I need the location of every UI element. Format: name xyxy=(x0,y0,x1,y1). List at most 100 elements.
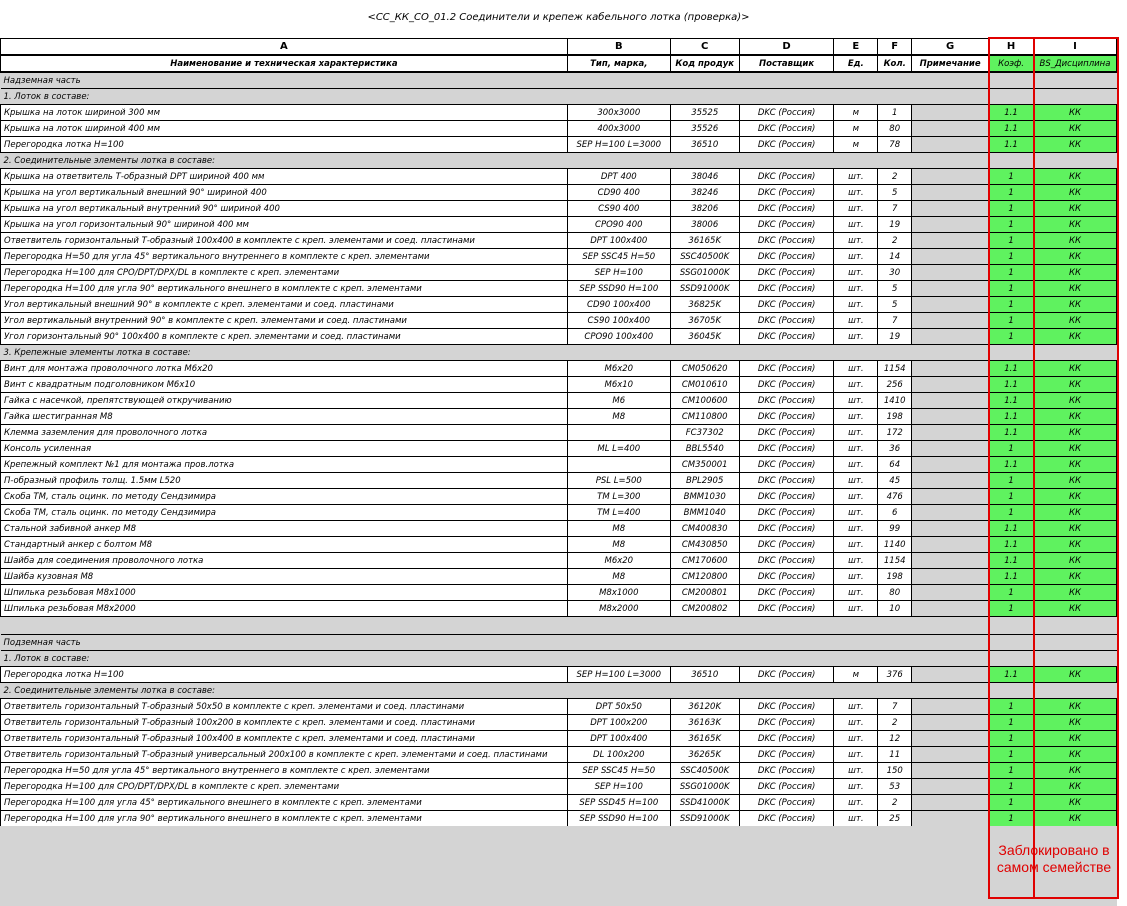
cell-type[interactable]: SEP SSC45 H=50 xyxy=(566,248,671,265)
cell-unit[interactable]: шт. xyxy=(833,296,879,313)
cell-coef[interactable]: 1 xyxy=(988,184,1034,201)
cell-unit[interactable]: шт. xyxy=(833,280,879,297)
cell-code[interactable]: 38046 xyxy=(669,168,740,185)
cell-note[interactable] xyxy=(911,408,990,425)
cell-unit[interactable]: шт. xyxy=(833,264,879,281)
cell-discipline[interactable]: КК xyxy=(1032,778,1118,795)
cell-code[interactable]: BMM1040 xyxy=(669,504,740,521)
cell-supplier[interactable]: DKC (Россия) xyxy=(738,136,835,153)
cell-code[interactable]: CM200802 xyxy=(669,600,740,617)
cell-name[interactable]: Крышка на угол вертикальный внешний 90° … xyxy=(0,184,568,201)
cell-code[interactable]: CM010610 xyxy=(669,376,740,393)
cell-name[interactable]: Крышка на лоток шириной 300 мм xyxy=(0,104,568,121)
cell-qty[interactable]: 36 xyxy=(877,440,913,457)
cell-unit[interactable]: шт. xyxy=(833,746,879,763)
cell-type[interactable]: SEP H=100 L=3000 xyxy=(566,136,671,153)
cell-qty[interactable]: 1410 xyxy=(877,392,913,409)
cell-qty[interactable]: 19 xyxy=(877,216,913,233)
cell-type[interactable]: SEP SSC45 H=50 xyxy=(566,762,671,779)
cell-type[interactable]: DL 100х200 xyxy=(566,746,671,763)
cell-note[interactable] xyxy=(911,552,990,569)
header-name[interactable]: Наименование и техническая характеристик… xyxy=(0,54,568,73)
cell-qty[interactable]: 1154 xyxy=(877,552,913,569)
cell-qty[interactable]: 80 xyxy=(877,584,913,601)
cell-code[interactable]: 36510 xyxy=(669,666,740,683)
cell-coef[interactable]: 1 xyxy=(988,472,1034,489)
column-letter-e[interactable]: E xyxy=(833,38,879,56)
cell-name[interactable]: Перегородка лотка Н=100 xyxy=(0,666,568,683)
cell-supplier[interactable]: DKC (Россия) xyxy=(738,520,835,537)
cell-note[interactable] xyxy=(911,810,990,827)
cell-supplier[interactable]: DKC (Россия) xyxy=(738,536,835,553)
cell-name[interactable]: Перегородка Н=100 для CPO/DPT/DPX/DL в к… xyxy=(0,264,568,281)
cell-note[interactable] xyxy=(911,440,990,457)
cell-note[interactable] xyxy=(911,216,990,233)
cell-coef[interactable]: 1.1 xyxy=(988,120,1034,137)
cell-discipline[interactable]: КК xyxy=(1032,520,1118,537)
cell-note[interactable] xyxy=(911,200,990,217)
cell-unit[interactable]: шт. xyxy=(833,488,879,505)
cell-discipline[interactable]: КК xyxy=(1032,248,1118,265)
cell-note[interactable] xyxy=(911,120,990,137)
cell-discipline[interactable]: КК xyxy=(1032,488,1118,505)
cell-supplier[interactable]: DKC (Россия) xyxy=(738,168,835,185)
cell-supplier[interactable]: DKC (Россия) xyxy=(738,698,835,715)
cell-type[interactable]: M8 xyxy=(566,568,671,585)
cell-name[interactable]: Ответвитель горизонтальный Т-образный 10… xyxy=(0,730,568,747)
cell-code[interactable]: SSG01000K xyxy=(669,264,740,281)
cell-note[interactable] xyxy=(911,536,990,553)
cell-discipline[interactable]: КК xyxy=(1032,408,1118,425)
cell-supplier[interactable]: DKC (Россия) xyxy=(738,714,835,731)
cell-note[interactable] xyxy=(911,312,990,329)
cell-supplier[interactable]: DKC (Россия) xyxy=(738,104,835,121)
cell-code[interactable]: 36045K xyxy=(669,328,740,345)
cell-name[interactable]: Винт для монтажа проволочного лотка М6х2… xyxy=(0,360,568,377)
cell-type[interactable]: SEP H=100 xyxy=(566,264,671,281)
cell-qty[interactable]: 99 xyxy=(877,520,913,537)
cell-note[interactable] xyxy=(911,456,990,473)
cell-name[interactable]: Гайка шестигранная М8 xyxy=(0,408,568,425)
cell-supplier[interactable]: DKC (Россия) xyxy=(738,184,835,201)
cell-supplier[interactable]: DKC (Россия) xyxy=(738,424,835,441)
cell-discipline[interactable]: КК xyxy=(1032,328,1118,345)
cell-coef[interactable]: 1 xyxy=(988,232,1034,249)
cell-coef[interactable]: 1.1 xyxy=(988,552,1034,569)
cell-supplier[interactable]: DKC (Россия) xyxy=(738,312,835,329)
cell-code[interactable]: CM050620 xyxy=(669,360,740,377)
section-label[interactable]: 3. Крепежные элементы лотка в составе: xyxy=(0,344,1117,361)
cell-type[interactable]: M8 xyxy=(566,536,671,553)
column-letter-a[interactable]: A xyxy=(0,38,568,56)
cell-supplier[interactable]: DKC (Россия) xyxy=(738,216,835,233)
cell-name[interactable]: Шайба кузовная М8 xyxy=(0,568,568,585)
cell-unit[interactable]: шт. xyxy=(833,376,879,393)
cell-discipline[interactable]: КК xyxy=(1032,280,1118,297)
cell-note[interactable] xyxy=(911,568,990,585)
cell-coef[interactable]: 1.1 xyxy=(988,666,1034,683)
cell-code[interactable]: 38006 xyxy=(669,216,740,233)
cell-coef[interactable]: 1 xyxy=(988,440,1034,457)
cell-code[interactable]: BBL5540 xyxy=(669,440,740,457)
cell-note[interactable] xyxy=(911,280,990,297)
cell-supplier[interactable]: DKC (Россия) xyxy=(738,296,835,313)
cell-supplier[interactable]: DKC (Россия) xyxy=(738,762,835,779)
cell-unit[interactable]: шт. xyxy=(833,408,879,425)
cell-note[interactable] xyxy=(911,248,990,265)
cell-type[interactable]: SEP H=100 xyxy=(566,778,671,795)
cell-coef[interactable]: 1 xyxy=(988,778,1034,795)
cell-note[interactable] xyxy=(911,264,990,281)
cell-coef[interactable]: 1 xyxy=(988,200,1034,217)
cell-coef[interactable]: 1 xyxy=(988,312,1034,329)
cell-discipline[interactable]: КК xyxy=(1032,810,1118,827)
cell-name[interactable]: Консоль усиленная xyxy=(0,440,568,457)
cell-type[interactable]: TM L=300 xyxy=(566,488,671,505)
cell-unit[interactable]: шт. xyxy=(833,762,879,779)
header-qty[interactable]: Кол. xyxy=(877,54,913,73)
cell-coef[interactable]: 1.1 xyxy=(988,392,1034,409)
cell-discipline[interactable]: КК xyxy=(1032,698,1118,715)
column-letter-d[interactable]: D xyxy=(738,38,835,56)
cell-type[interactable]: DPT 400 xyxy=(566,168,671,185)
cell-name[interactable]: Ответвитель горизонтальный Т-образный 50… xyxy=(0,698,568,715)
cell-name[interactable]: Перегородка Н=100 для угла 90° вертикаль… xyxy=(0,280,568,297)
cell-name[interactable]: Стандартный анкер с болтом М8 xyxy=(0,536,568,553)
cell-qty[interactable]: 7 xyxy=(877,698,913,715)
